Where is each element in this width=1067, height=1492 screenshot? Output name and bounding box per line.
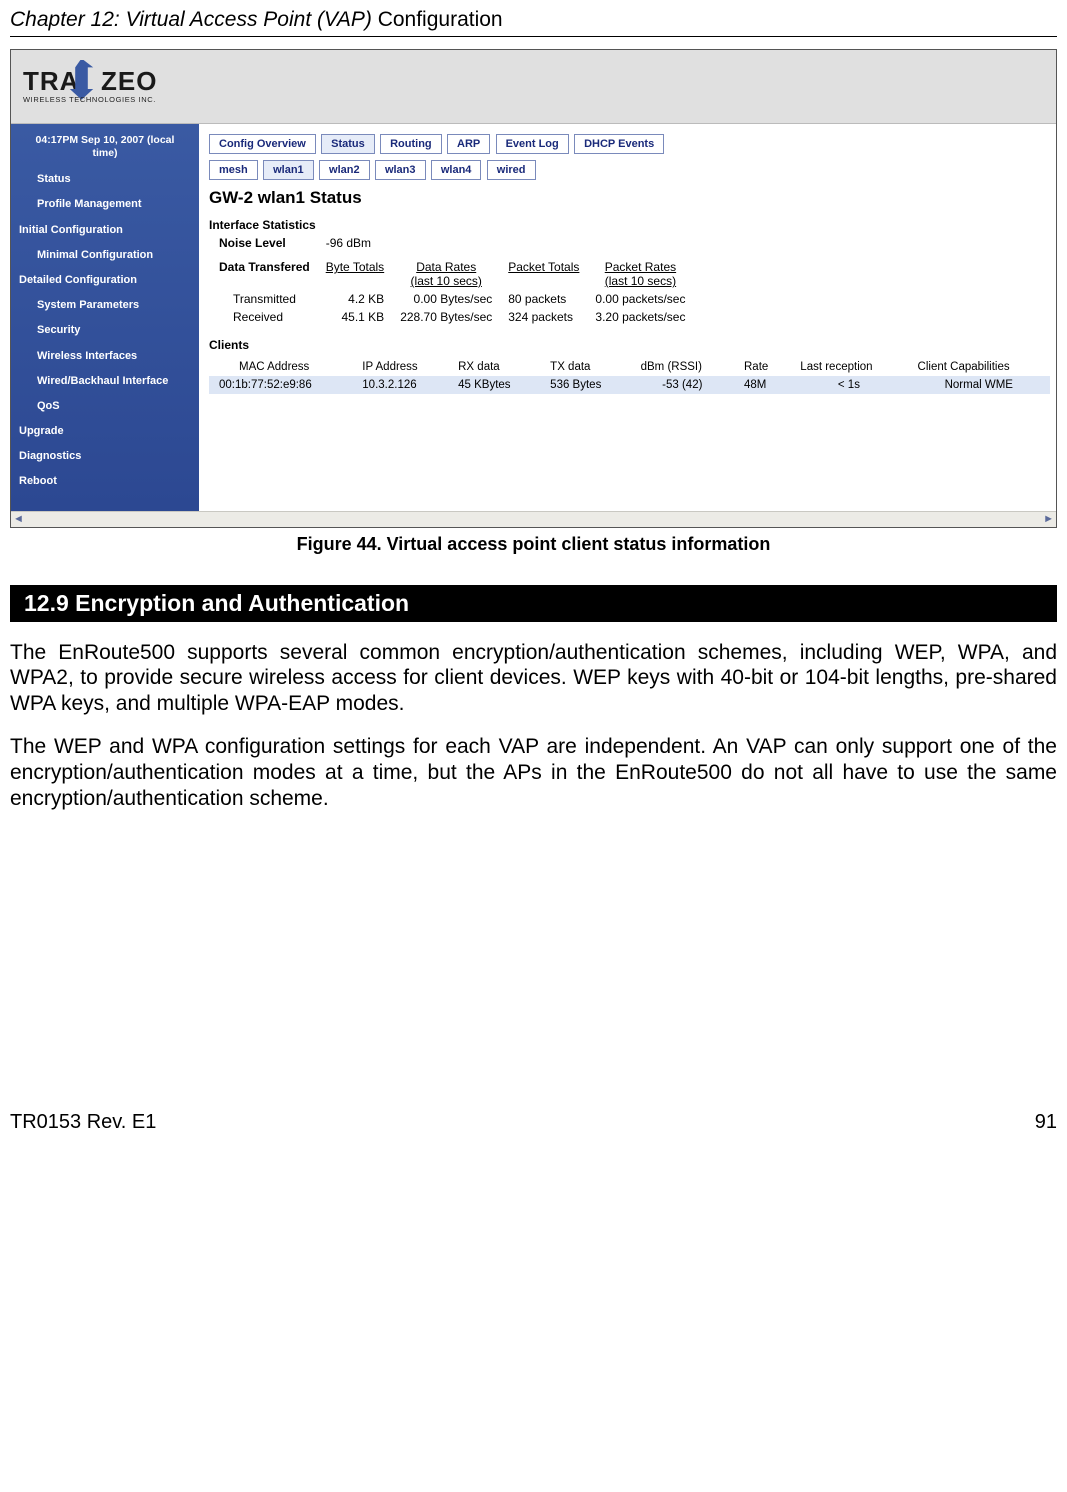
tx-bytes: 4.2 KB	[324, 290, 398, 308]
client-last: < 1s	[790, 376, 907, 394]
screenshot-container: TRA ZEO WIRELESS TECHNOLOGIES INC. 04:17…	[10, 49, 1057, 528]
sidebar-wired-backhaul[interactable]: Wired/Backhaul Interface	[19, 375, 191, 388]
client-caps: Normal WME	[908, 376, 1050, 394]
chapter-italic: Chapter 12: Virtual Access Point (VAP)	[10, 8, 378, 31]
col-rx: RX data	[448, 358, 540, 376]
footer-left: TR0153 Rev. E1	[10, 1111, 156, 1134]
col-rate: Rate	[734, 358, 790, 376]
sidebar-reboot[interactable]: Reboot	[19, 475, 191, 488]
client-rssi: -53 (42)	[631, 376, 734, 394]
scroll-right-icon[interactable]: ►	[1043, 513, 1054, 525]
client-row-1[interactable]: 00:1b:77:52:e9:86 10.3.2.126 45 KBytes 5…	[209, 376, 1050, 394]
sidebar-upgrade[interactable]: Upgrade	[19, 425, 191, 438]
rx-label: Received	[209, 308, 324, 326]
paragraph-2: The WEP and WPA configuration settings f…	[10, 734, 1057, 811]
client-ip: 10.3.2.126	[352, 376, 448, 394]
col-data-rates-sub: (last 10 secs)	[411, 274, 482, 288]
col-last-reception: Last reception	[790, 358, 907, 376]
sidebar: 04:17PM Sep 10, 2007 (local time) Status…	[11, 124, 199, 511]
sidebar-time: 04:17PM Sep 10, 2007 (local time)	[19, 134, 191, 159]
client-rate: 48M	[734, 376, 790, 394]
tab-event-log[interactable]: Event Log	[496, 134, 569, 154]
col-byte-totals: Byte Totals	[324, 258, 398, 290]
chapter-plain: Configuration	[378, 8, 503, 31]
rx-rate: 228.70 Bytes/sec	[398, 308, 506, 326]
client-rx: 45 KBytes	[448, 376, 540, 394]
figure-caption: Figure 44. Virtual access point client s…	[10, 534, 1057, 555]
section-header-bar: 12.9 Encryption and Authentication	[10, 585, 1057, 622]
top-tab-row: Config Overview Status Routing ARP Event…	[209, 134, 1050, 154]
sidebar-diagnostics[interactable]: Diagnostics	[19, 450, 191, 463]
sidebar-qos[interactable]: QoS	[19, 400, 191, 413]
sidebar-status[interactable]: Status	[19, 173, 191, 186]
client-tx: 536 Bytes	[540, 376, 630, 394]
col-rssi: dBm (RSSI)	[631, 358, 734, 376]
chapter-header: Chapter 12: Virtual Access Point (VAP) C…	[10, 8, 1057, 37]
sidebar-wireless-interfaces[interactable]: Wireless Interfaces	[19, 350, 191, 363]
col-mac: MAC Address	[209, 358, 352, 376]
page-footer: TR0153 Rev. E1 91	[10, 1111, 1057, 1134]
tab-wlan3[interactable]: wlan3	[375, 160, 426, 180]
tab-status[interactable]: Status	[321, 134, 375, 154]
noise-value: -96 dBm	[324, 234, 398, 252]
sidebar-minimal-configuration[interactable]: Minimal Configuration	[19, 249, 191, 262]
sidebar-initial-configuration[interactable]: Initial Configuration	[19, 224, 191, 237]
clients-table: MAC Address IP Address RX data TX data d…	[209, 358, 1050, 394]
col-packet-rates: Packet Rates	[605, 260, 676, 274]
tab-routing[interactable]: Routing	[380, 134, 442, 154]
data-transfered-label: Data Transfered	[209, 258, 324, 290]
horizontal-scrollbar[interactable]: ◄ ►	[11, 511, 1056, 527]
tab-config-overview[interactable]: Config Overview	[209, 134, 316, 154]
scroll-left-icon[interactable]: ◄	[13, 513, 24, 525]
tx-packet-rate: 0.00 packets/sec	[593, 290, 699, 308]
col-tx: TX data	[540, 358, 630, 376]
clients-header-row: MAC Address IP Address RX data TX data d…	[209, 358, 1050, 376]
tx-rate: 0.00 Bytes/sec	[398, 290, 506, 308]
logo-subtext: WIRELESS TECHNOLOGIES INC.	[23, 95, 156, 104]
col-packet-rates-sub: (last 10 secs)	[605, 274, 676, 288]
col-ip: IP Address	[352, 358, 448, 376]
tab-wlan1[interactable]: wlan1	[263, 160, 314, 180]
content-title: GW-2 wlan1 Status	[209, 188, 1050, 208]
interface-statistics-head: Interface Statistics	[209, 218, 1050, 232]
sidebar-system-parameters[interactable]: System Parameters	[19, 299, 191, 312]
logo-text-2: ZEO	[101, 66, 157, 96]
client-mac: 00:1b:77:52:e9:86	[209, 376, 352, 394]
iface-tab-row: mesh wlan1 wlan2 wlan3 wlan4 wired	[209, 160, 1050, 180]
screenshot-topbar: TRA ZEO WIRELESS TECHNOLOGIES INC.	[11, 50, 1056, 124]
tx-label: Transmitted	[209, 290, 324, 308]
tab-wlan2[interactable]: wlan2	[319, 160, 370, 180]
sidebar-security[interactable]: Security	[19, 324, 191, 337]
sidebar-time-l1: 04:17PM Sep 10, 2007 (local	[36, 134, 175, 146]
content-panel: Config Overview Status Routing ARP Event…	[199, 124, 1056, 511]
tab-wlan4[interactable]: wlan4	[431, 160, 482, 180]
sidebar-detailed-configuration[interactable]: Detailed Configuration	[19, 274, 191, 287]
screenshot-main: 04:17PM Sep 10, 2007 (local time) Status…	[11, 124, 1056, 511]
col-capabilities: Client Capabilities	[908, 358, 1050, 376]
col-data-rates: Data Rates	[416, 260, 476, 274]
tab-wired[interactable]: wired	[487, 160, 536, 180]
paragraph-1: The EnRoute500 supports several common e…	[10, 640, 1057, 717]
tab-mesh[interactable]: mesh	[209, 160, 258, 180]
sidebar-profile-management[interactable]: Profile Management	[19, 198, 191, 211]
logo-text-1: TRA	[23, 66, 79, 96]
tab-arp[interactable]: ARP	[447, 134, 490, 154]
rx-packet-rate: 3.20 packets/sec	[593, 308, 699, 326]
footer-right: 91	[1035, 1111, 1057, 1134]
col-packet-totals: Packet Totals	[506, 258, 593, 290]
sidebar-time-l2: time)	[92, 147, 117, 159]
stats-table: Noise Level -96 dBm Data Transfered Byte…	[209, 234, 699, 326]
tx-packets: 80 packets	[506, 290, 593, 308]
tab-dhcp-events[interactable]: DHCP Events	[574, 134, 664, 154]
noise-label: Noise Level	[209, 234, 324, 252]
clients-head: Clients	[209, 338, 1050, 352]
logo-svg: TRA ZEO WIRELESS TECHNOLOGIES INC.	[23, 60, 283, 106]
tranzeo-logo: TRA ZEO WIRELESS TECHNOLOGIES INC.	[23, 60, 283, 109]
rx-bytes: 45.1 KB	[324, 308, 398, 326]
rx-packets: 324 packets	[506, 308, 593, 326]
